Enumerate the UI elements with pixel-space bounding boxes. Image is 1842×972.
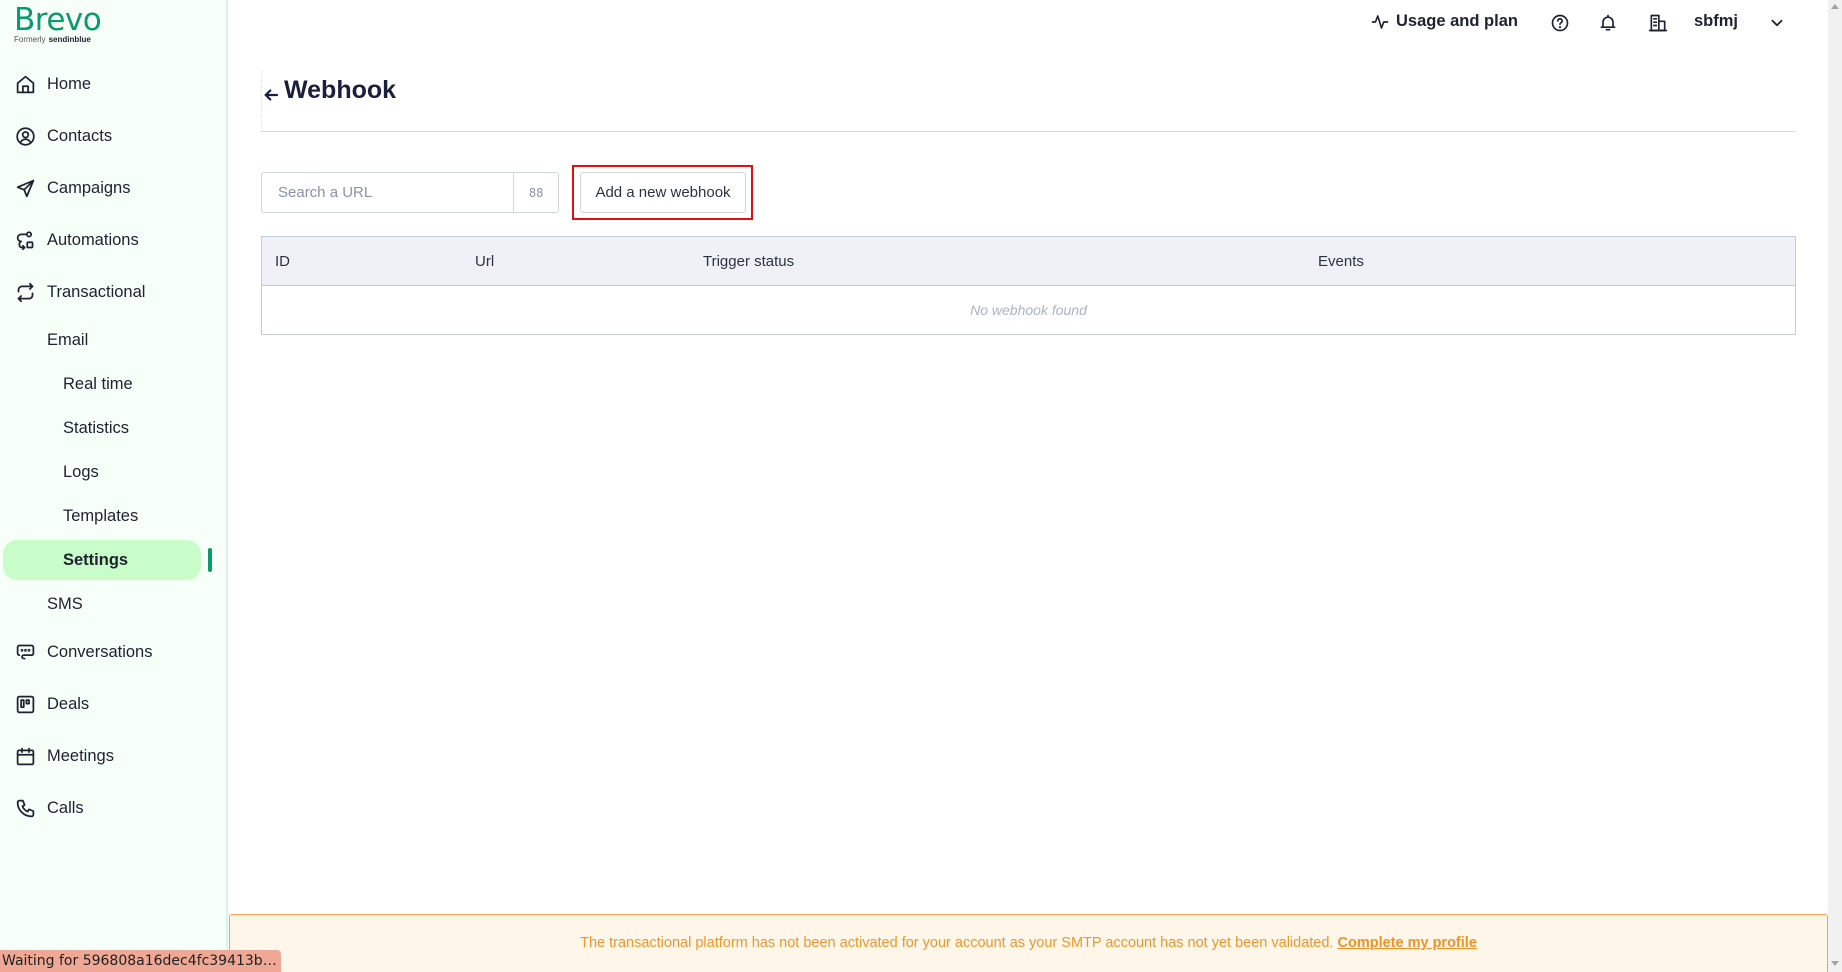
sidebar-item-transactional[interactable]: Transactional xyxy=(0,272,226,312)
sidebar-item-real-time[interactable]: Real time xyxy=(0,364,226,404)
activity-icon xyxy=(1371,14,1389,29)
add-new-webhook-button[interactable]: Add a new webhook xyxy=(580,172,746,213)
sidebar-item-label: Home xyxy=(47,74,92,93)
sidebar-item-label: Conversations xyxy=(47,642,153,661)
sidebar-item-automations[interactable]: Automations xyxy=(0,220,226,260)
sidebar-item-label: SMS xyxy=(47,594,83,613)
usage-label: Usage and plan xyxy=(1396,12,1518,30)
building-icon[interactable] xyxy=(1648,13,1668,33)
chevron-down-icon[interactable] xyxy=(1768,14,1786,32)
page-header: Webhook xyxy=(261,70,1796,132)
top-header: Usage and plan sbfmj xyxy=(228,0,1828,48)
banner-text: The transactional platform has not been … xyxy=(230,935,1827,951)
sidebar-item-statistics[interactable]: Statistics xyxy=(0,408,226,448)
sidebar-item-label: Templates xyxy=(63,506,139,525)
account-name[interactable]: sbfmj xyxy=(1694,12,1738,31)
banner-message: The transactional platform has not been … xyxy=(580,935,1334,951)
phone-icon xyxy=(14,797,36,819)
automation-icon xyxy=(14,229,36,251)
grid-icon[interactable]: 88 xyxy=(513,173,558,212)
contacts-icon xyxy=(14,125,36,147)
sidebar-item-label: Logs xyxy=(63,462,99,481)
search-url-field: 88 xyxy=(261,172,559,213)
logo-formerly: Formerly xyxy=(14,35,46,44)
column-header-events[interactable]: Events xyxy=(1318,253,1364,270)
home-icon xyxy=(14,73,36,95)
scroll-down-arrow-icon[interactable] xyxy=(1831,961,1839,966)
page-title-text: Webhook xyxy=(284,76,397,104)
sidebar-item-label: Statistics xyxy=(63,418,130,437)
brevo-logo[interactable]: Brevo Formerly sendinblue xyxy=(14,2,102,44)
complete-profile-link[interactable]: Complete my profile xyxy=(1338,935,1477,951)
column-header-url[interactable]: Url xyxy=(475,253,494,270)
repeat-icon xyxy=(14,281,36,303)
sidebar-item-label: Transactional xyxy=(47,282,146,301)
logo-subtitle: Formerly sendinblue xyxy=(14,35,101,44)
bell-icon[interactable] xyxy=(1598,13,1618,33)
sidebar-item-campaigns[interactable]: Campaigns xyxy=(0,168,226,208)
activation-warning-banner: The transactional platform has not been … xyxy=(229,914,1828,972)
sidebar-item-label: Contacts xyxy=(47,126,113,145)
sidebar-item-label: Settings xyxy=(63,550,129,569)
sidebar-item-label: Deals xyxy=(47,694,90,713)
sidebar-item-label: Email xyxy=(47,330,89,349)
kanban-icon xyxy=(14,693,36,715)
sidebar-item-label: Meetings xyxy=(47,746,114,765)
sidebar-item-label: Automations xyxy=(47,230,139,249)
page-title: Webhook xyxy=(262,76,396,105)
browser-status-bar: Waiting for 596808a16dec4fc39413b… xyxy=(0,950,281,972)
search-input[interactable] xyxy=(262,173,514,212)
sidebar: Brevo Formerly sendinblue Home Contacts C… xyxy=(0,0,228,972)
usage-and-plan-link[interactable]: Usage and plan xyxy=(1371,12,1518,31)
sidebar-item-label: Calls xyxy=(47,798,84,817)
logo-former-brand: sendinblue xyxy=(48,35,91,44)
sidebar-item-meetings[interactable]: Meetings xyxy=(0,736,226,776)
send-icon xyxy=(14,177,36,199)
chat-icon xyxy=(14,641,36,663)
column-header-id[interactable]: ID xyxy=(275,253,290,270)
active-indicator xyxy=(208,548,212,572)
column-header-trigger-status[interactable]: Trigger status xyxy=(703,253,794,270)
sidebar-item-label: Campaigns xyxy=(47,178,131,197)
table-header: ID Url Trigger status Events xyxy=(262,237,1795,286)
page-scrollbar[interactable] xyxy=(1828,0,1842,972)
empty-table-message: No webhook found xyxy=(970,302,1087,318)
sidebar-item-sms[interactable]: SMS xyxy=(0,584,226,624)
logo-wordmark: Brevo xyxy=(14,2,102,38)
sidebar-item-deals[interactable]: Deals xyxy=(0,684,226,724)
sidebar-item-home[interactable]: Home xyxy=(0,64,226,104)
sidebar-item-email[interactable]: Email xyxy=(0,320,226,360)
help-icon[interactable] xyxy=(1550,13,1570,33)
sidebar-item-logs[interactable]: Logs xyxy=(0,452,226,492)
webhook-table: ID Url Trigger status Events No webhook … xyxy=(261,236,1796,335)
sidebar-item-contacts[interactable]: Contacts xyxy=(0,116,226,156)
sidebar-item-settings[interactable]: Settings xyxy=(0,540,226,580)
sidebar-item-templates[interactable]: Templates xyxy=(0,496,226,536)
scroll-up-arrow-icon[interactable] xyxy=(1831,4,1839,9)
sidebar-item-label: Real time xyxy=(63,374,133,393)
sidebar-item-calls[interactable]: Calls xyxy=(0,788,226,828)
calendar-icon xyxy=(14,745,36,767)
back-arrow-icon[interactable] xyxy=(262,82,280,101)
sidebar-item-conversations[interactable]: Conversations xyxy=(0,632,226,672)
